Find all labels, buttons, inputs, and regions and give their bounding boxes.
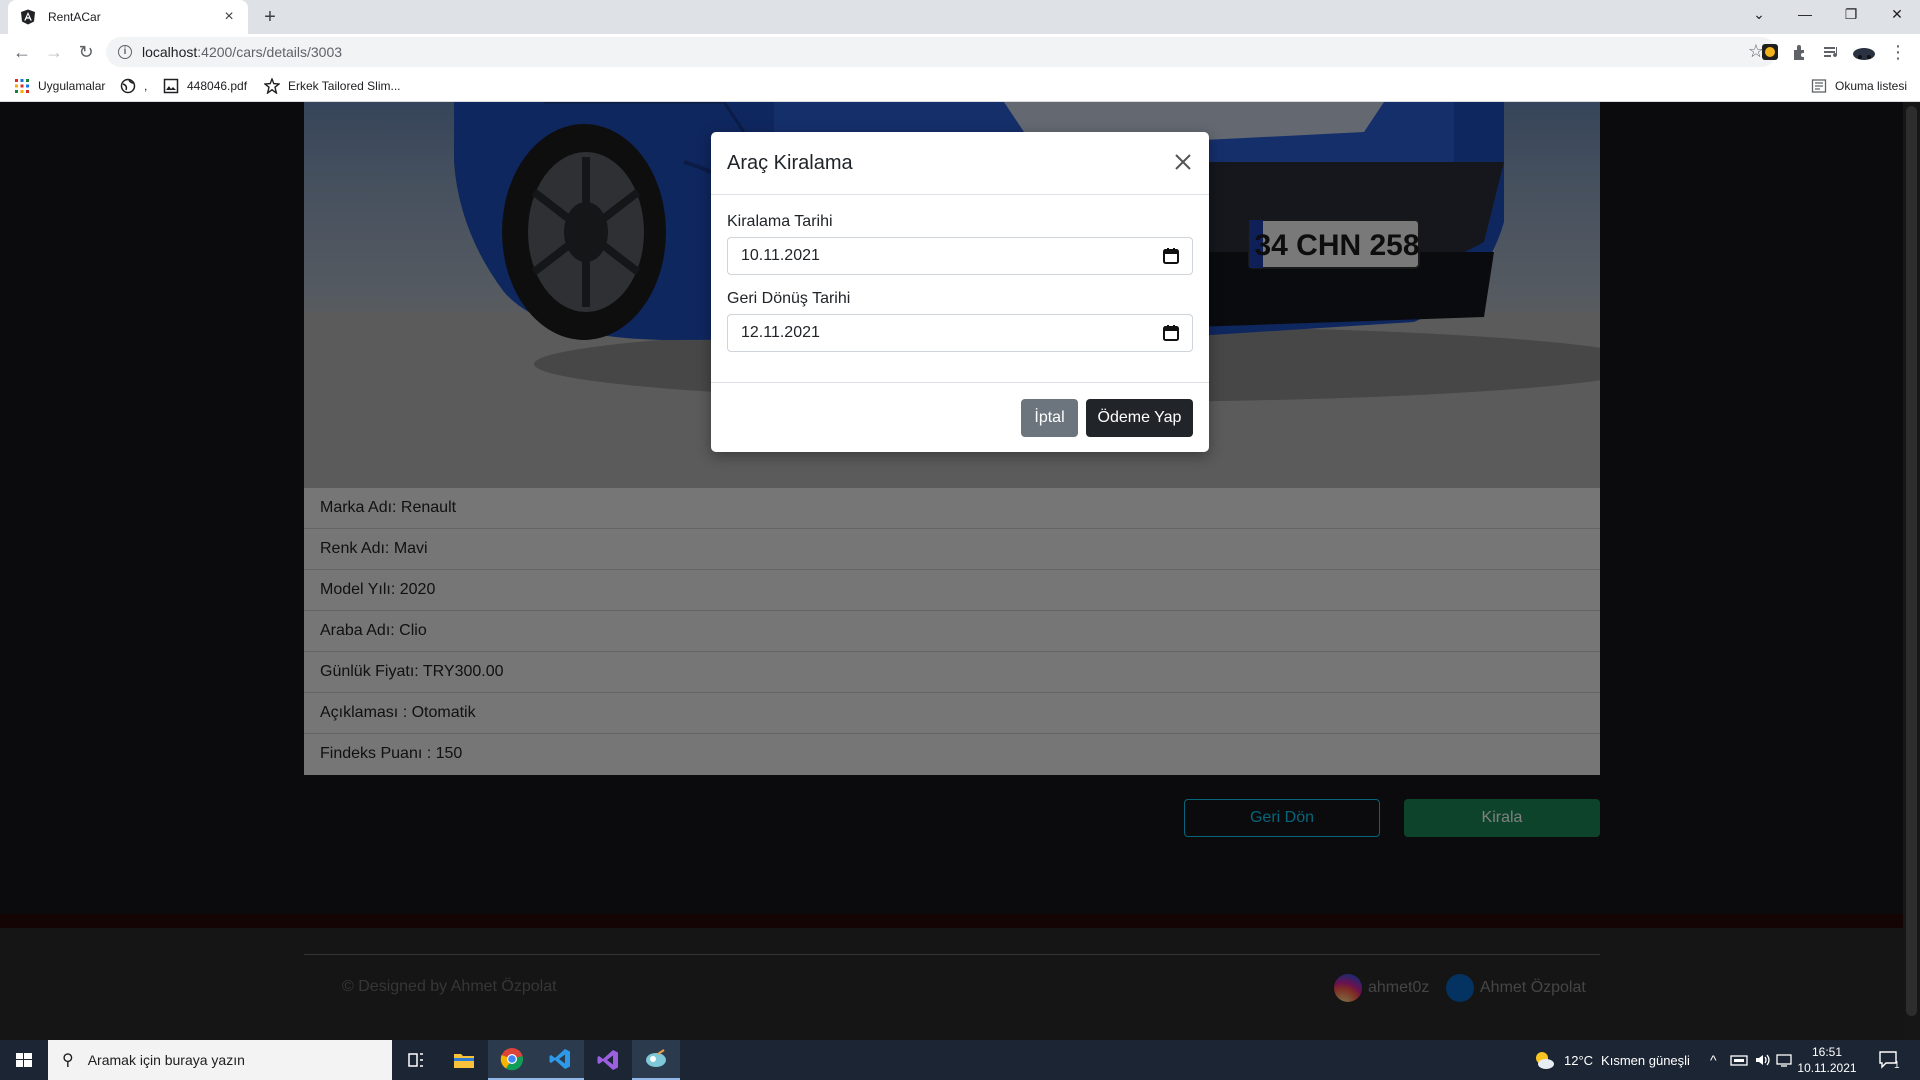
bookmark-apps[interactable]: Uygulamalar	[14, 70, 105, 102]
volume-icon[interactable]	[1754, 1040, 1772, 1080]
search-placeholder: Aramak için buraya yazın	[87, 1052, 245, 1068]
bookmark-label: ,	[144, 79, 148, 93]
windows-taskbar: ⚲ Aramak için buraya yazın 12°C Kısmen g…	[0, 1040, 1920, 1080]
rental-modal: Araç Kiralama Kiralama Tarihi 10.11.2021…	[711, 132, 1209, 452]
start-button[interactable]	[0, 1040, 48, 1080]
rent-date-label: Kiralama Tarihi	[727, 213, 833, 230]
tray-chevron-icon[interactable]: ^	[1710, 1040, 1717, 1080]
taskbar-search[interactable]: ⚲ Aramak için buraya yazın	[48, 1040, 392, 1080]
browser-menu-icon[interactable]: ⋮	[1884, 38, 1912, 66]
weather-widget[interactable]: 12°C Kısmen güneşli	[1532, 1040, 1690, 1080]
browser-toolbar: ← → ↻ i localhost:4200/cars/details/3003…	[0, 34, 1920, 70]
return-date-input[interactable]: 12.11.2021	[727, 314, 1193, 352]
bookmark-label: 448046.pdf	[187, 79, 248, 93]
taskbar-clock[interactable]: 16:51 10.11.2021	[1792, 1044, 1862, 1076]
restore-button[interactable]: ❐	[1828, 0, 1874, 30]
star-shape-icon	[264, 78, 280, 94]
browser-tab-active[interactable]: RentACar ×	[8, 0, 248, 34]
address-bar[interactable]: i localhost:4200/cars/details/3003 ☆	[106, 37, 1776, 67]
bookmark-label: Erkek Tailored Slim...	[288, 79, 401, 93]
minimize-button[interactable]: —	[1782, 0, 1828, 30]
modal-header: Araç Kiralama	[711, 132, 1209, 195]
search-icon: ⚲	[62, 1052, 74, 1069]
site-info-icon[interactable]: i	[118, 45, 132, 59]
file-explorer-icon[interactable]	[440, 1040, 488, 1080]
return-date-label: Geri Dönüş Tarihi	[727, 290, 851, 307]
bookmark-label: Uygulamalar	[38, 79, 106, 93]
notification-center-icon[interactable]: 1	[1878, 1040, 1900, 1080]
apps-grid-icon	[15, 79, 29, 93]
chrome-taskbar-icon[interactable]	[488, 1040, 536, 1080]
back-arrow-icon[interactable]: ←	[8, 38, 36, 66]
close-window-button[interactable]: ✕	[1874, 0, 1920, 30]
extensions-puzzle-icon[interactable]	[1790, 42, 1810, 62]
reading-list-icon	[1811, 79, 1827, 93]
media-queue-icon[interactable]	[1822, 42, 1842, 62]
display-icon[interactable]	[1776, 1040, 1792, 1080]
clock-date: 10.11.2021	[1797, 1061, 1857, 1075]
image-file-icon	[163, 78, 179, 94]
app-taskbar-icon[interactable]	[632, 1040, 680, 1080]
modal-body: Kiralama Tarihi 10.11.2021 Geri Dönüş Ta…	[711, 195, 1209, 352]
tab-title: RentACar	[48, 10, 101, 24]
forward-arrow-icon[interactable]: →	[40, 38, 68, 66]
close-icon[interactable]	[1171, 150, 1195, 174]
tab-search-chevron-icon[interactable]: ⌄	[1736, 0, 1782, 30]
modal-title: Araç Kiralama	[727, 152, 853, 174]
network-icon[interactable]	[1730, 1040, 1748, 1080]
task-view-icon[interactable]	[392, 1040, 440, 1080]
extension-badge-icon[interactable]	[1760, 42, 1780, 62]
reload-icon[interactable]: ↻	[72, 38, 100, 66]
return-date-value: 12.11.2021	[741, 324, 820, 341]
notification-count: 1	[1894, 1059, 1900, 1071]
profile-avatar-icon[interactable]	[1852, 42, 1876, 62]
bookmarks-bar: Uygulamalar , 448046.pdf Erkek Tailored …	[0, 70, 1920, 102]
weather-temp: 12°C	[1564, 1052, 1594, 1068]
weather-desc: Kısmen güneşli	[1601, 1052, 1690, 1068]
partly-sunny-icon	[1536, 1052, 1554, 1069]
address-url: localhost:4200/cars/details/3003	[142, 44, 342, 60]
visual-studio-icon[interactable]	[584, 1040, 632, 1080]
bookmark-globe[interactable]: ,	[120, 70, 147, 102]
url-path: :4200/cars/details/3003	[197, 44, 343, 60]
pay-button[interactable]: Ödeme Yap	[1086, 399, 1193, 437]
url-host: localhost	[142, 44, 198, 60]
calendar-icon[interactable]	[1162, 247, 1180, 265]
tab-close-icon[interactable]: ×	[220, 8, 238, 26]
calendar-icon[interactable]	[1162, 324, 1180, 342]
bookmark-pdf[interactable]: 448046.pdf	[163, 70, 247, 102]
angular-logo-icon	[21, 9, 35, 25]
windows-logo-icon	[16, 1053, 32, 1067]
globe-icon	[120, 78, 136, 94]
reading-list-button[interactable]: Okuma listesi	[1811, 70, 1907, 102]
rent-date-input[interactable]: 10.11.2021	[727, 237, 1193, 275]
browser-tab-strip: RentACar × + ⌄ — ❐ ✕	[0, 0, 1920, 34]
clock-time: 16:51	[1811, 1045, 1843, 1059]
modal-footer: İptal Ödeme Yap	[711, 382, 1209, 452]
new-tab-button[interactable]: +	[258, 5, 282, 29]
cancel-button[interactable]: İptal	[1021, 399, 1078, 437]
vscode-icon[interactable]	[536, 1040, 584, 1080]
rent-date-value: 10.11.2021	[741, 247, 820, 264]
reading-list-label: Okuma listesi	[1835, 79, 1908, 93]
bookmark-shop[interactable]: Erkek Tailored Slim...	[264, 70, 400, 102]
